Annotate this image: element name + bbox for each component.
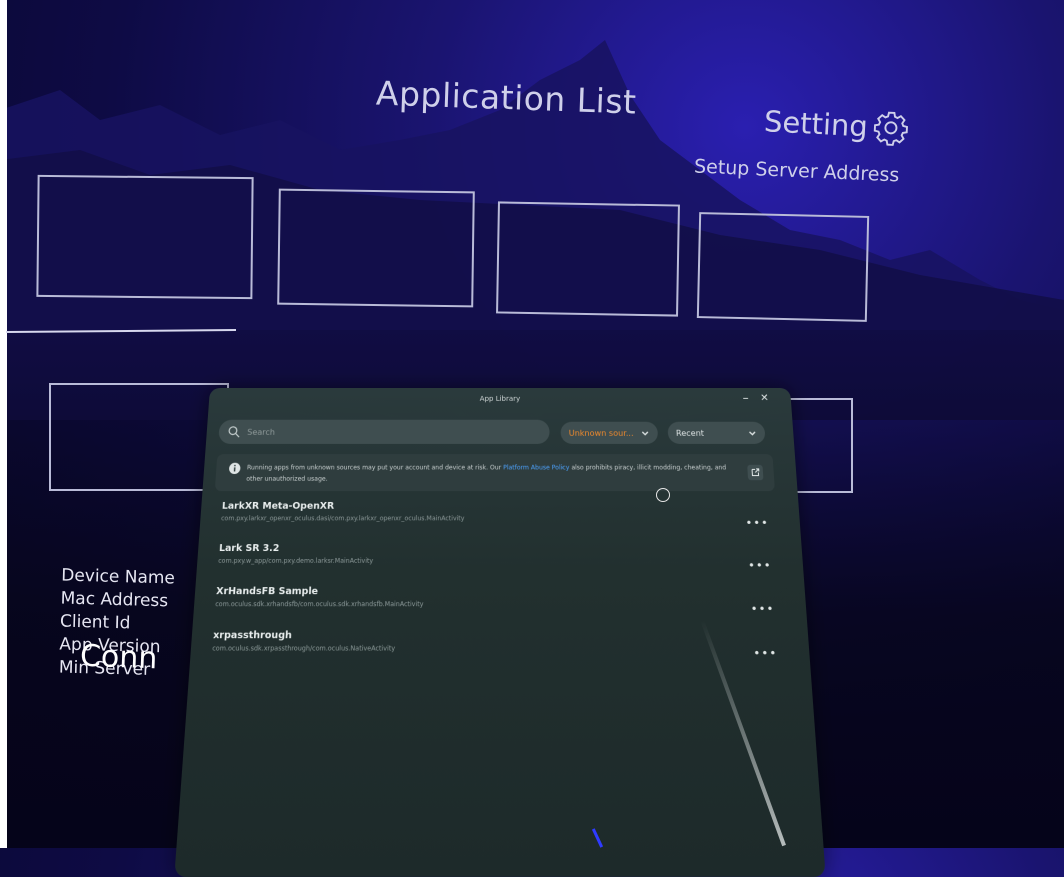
screen-edge <box>0 0 7 848</box>
window-title: App Library <box>479 394 521 403</box>
source-filter-dropdown[interactable]: Unknown sour... <box>560 421 659 444</box>
gear-icon <box>873 111 908 146</box>
list-item[interactable]: XrHandsFB Sample com.oculus.sdk.xrhandsf… <box>214 587 776 626</box>
setting-label: Setting <box>763 104 869 144</box>
app-library-window: App Library – ✕ Search Unknown sour... R… <box>174 388 826 877</box>
info-icon <box>228 462 241 475</box>
app-card-5[interactable] <box>49 383 229 491</box>
pointer-cursor <box>656 488 670 502</box>
app-package: com.pxy.larkxr_openxr_oculus.dasi/com.px… <box>220 515 465 523</box>
external-link-icon[interactable] <box>747 464 764 481</box>
app-package: com.pxy.w_app/com.pxy.demo.larksr.MainAc… <box>217 557 374 565</box>
platform-abuse-policy-link[interactable]: Platform Abuse Policy <box>503 464 569 471</box>
source-filter-value: Unknown sour... <box>568 428 634 438</box>
info-device-name: Device Name <box>60 565 176 589</box>
app-name: Lark SR 3.2 <box>218 543 280 555</box>
unknown-sources-notice: Running apps from unknown sources may pu… <box>214 454 775 492</box>
more-icon[interactable]: ••• <box>745 516 769 530</box>
setting-button[interactable]: Setting <box>763 102 911 148</box>
sort-dropdown[interactable]: Recent <box>667 421 766 444</box>
list-item[interactable]: LarkXR Meta-OpenXR com.pxy.larkxr_openxr… <box>220 501 770 539</box>
app-name: XrHandsFB Sample <box>215 586 319 598</box>
app-card-1[interactable] <box>36 174 254 300</box>
minimize-button[interactable]: – <box>742 391 749 405</box>
chevron-down-icon <box>640 428 649 437</box>
app-name: xrpassthrough <box>212 630 293 642</box>
app-name: LarkXR Meta-OpenXR <box>221 501 335 512</box>
list-item[interactable]: xrpassthrough com.oculus.sdk.xrpassthrou… <box>211 630 779 670</box>
more-icon[interactable]: ••• <box>753 646 778 661</box>
app-package: com.oculus.sdk.xrpassthrough/com.oculus.… <box>211 644 396 653</box>
connect-label: Conn <box>79 638 158 677</box>
app-card-2[interactable] <box>277 188 475 308</box>
search-placeholder: Search <box>246 427 276 437</box>
info-mac-address: Mac Address <box>60 588 169 612</box>
search-icon <box>227 425 242 439</box>
app-card-3[interactable] <box>496 201 680 317</box>
info-client-id: Client Id <box>59 611 131 634</box>
app-package: com.oculus.sdk.xrhandsfb/com.oculus.sdk.… <box>215 600 424 609</box>
more-icon[interactable]: ••• <box>748 558 772 572</box>
more-icon[interactable]: ••• <box>750 602 775 616</box>
chevron-down-icon <box>747 428 757 437</box>
close-button[interactable]: ✕ <box>760 393 769 404</box>
app-card-4[interactable] <box>696 212 870 322</box>
search-input[interactable]: Search <box>218 419 550 444</box>
sort-value: Recent <box>675 428 705 438</box>
notice-text: Running apps from unknown sources may pu… <box>246 464 502 472</box>
list-item[interactable]: Lark SR 3.2 com.pxy.w_app/com.pxy.demo.l… <box>217 544 773 583</box>
